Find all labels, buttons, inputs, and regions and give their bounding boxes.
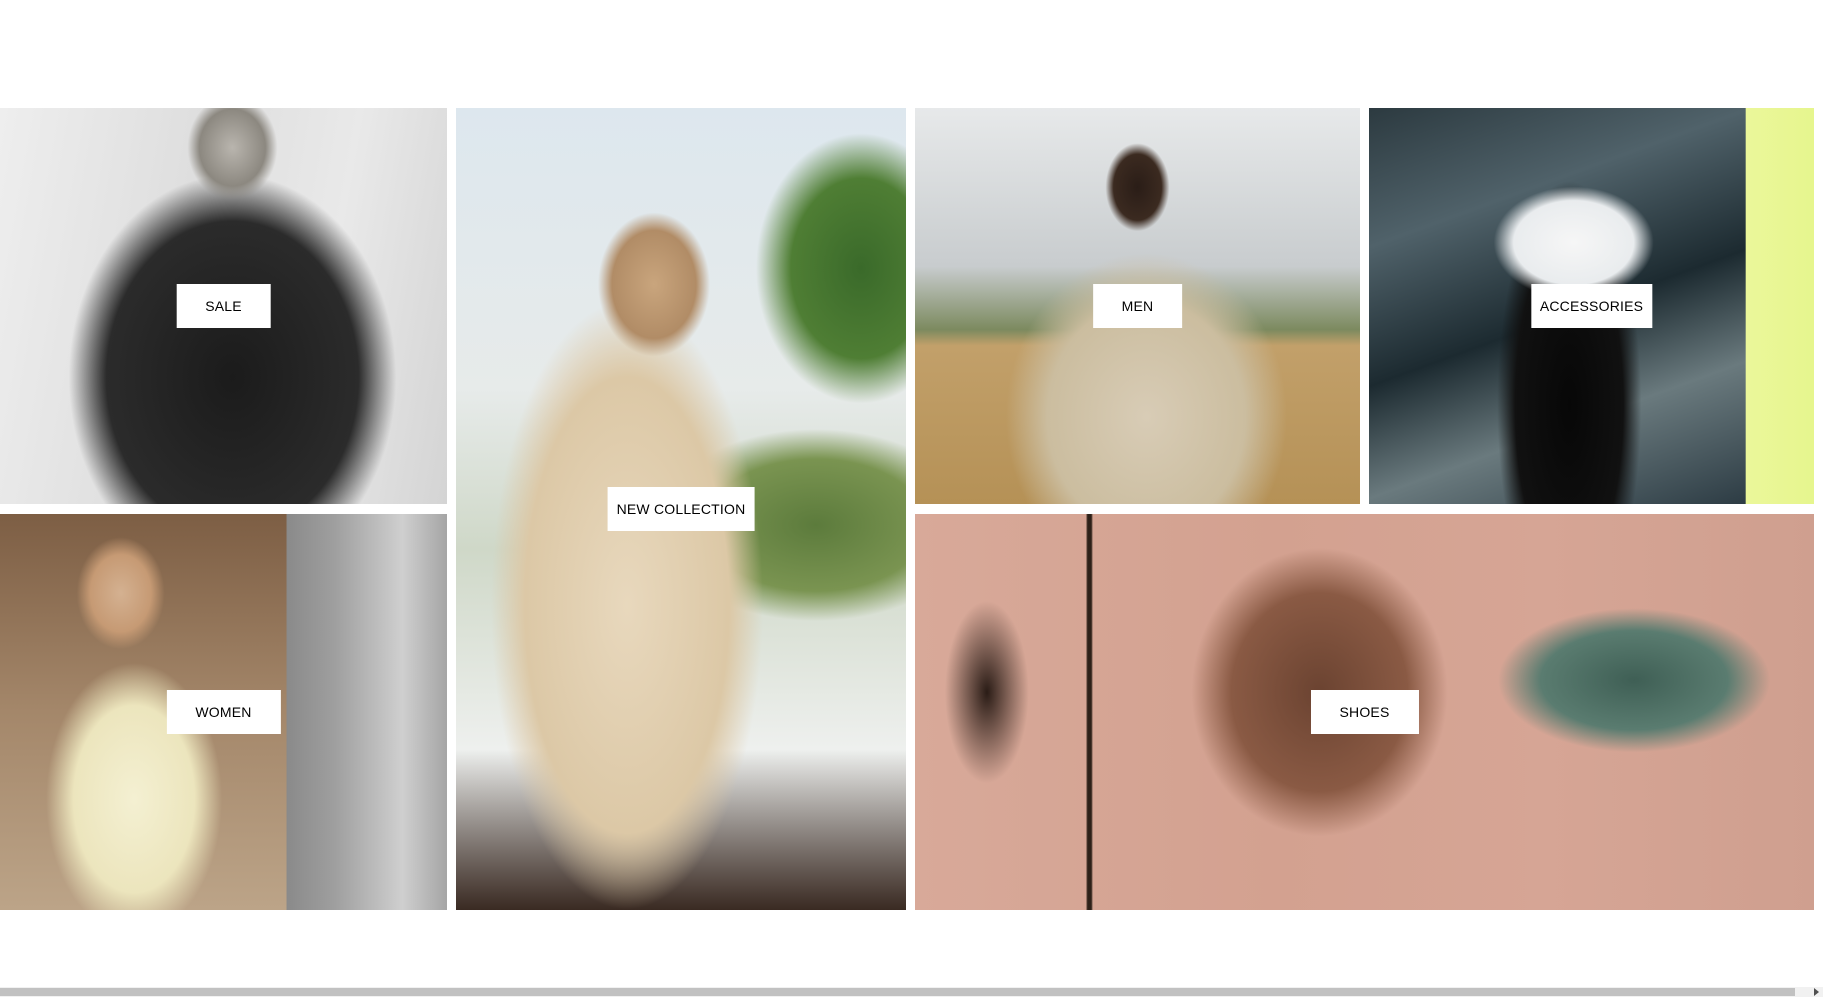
scrollbar-thumb[interactable] bbox=[0, 988, 1795, 996]
category-tile-sale[interactable]: SALE bbox=[0, 108, 447, 504]
accessories-label[interactable]: ACCESSORIES bbox=[1530, 284, 1653, 328]
horizontal-scrollbar[interactable] bbox=[0, 987, 1823, 997]
men-label[interactable]: MEN bbox=[1092, 284, 1183, 328]
new-collection-label[interactable]: NEW COLLECTION bbox=[607, 487, 755, 531]
sale-label[interactable]: SALE bbox=[176, 284, 271, 328]
category-tile-accessories[interactable]: ACCESSORIES bbox=[1369, 108, 1814, 504]
category-tile-women[interactable]: WOMEN bbox=[0, 514, 447, 910]
category-tile-new-collection[interactable]: NEW COLLECTION bbox=[456, 108, 906, 910]
shoes-label[interactable]: SHOES bbox=[1310, 690, 1419, 734]
scroll-right-arrow-icon[interactable] bbox=[1814, 988, 1819, 996]
women-label[interactable]: WOMEN bbox=[166, 690, 281, 734]
category-tile-shoes[interactable]: SHOES bbox=[915, 514, 1814, 910]
category-tile-men[interactable]: MEN bbox=[915, 108, 1360, 504]
